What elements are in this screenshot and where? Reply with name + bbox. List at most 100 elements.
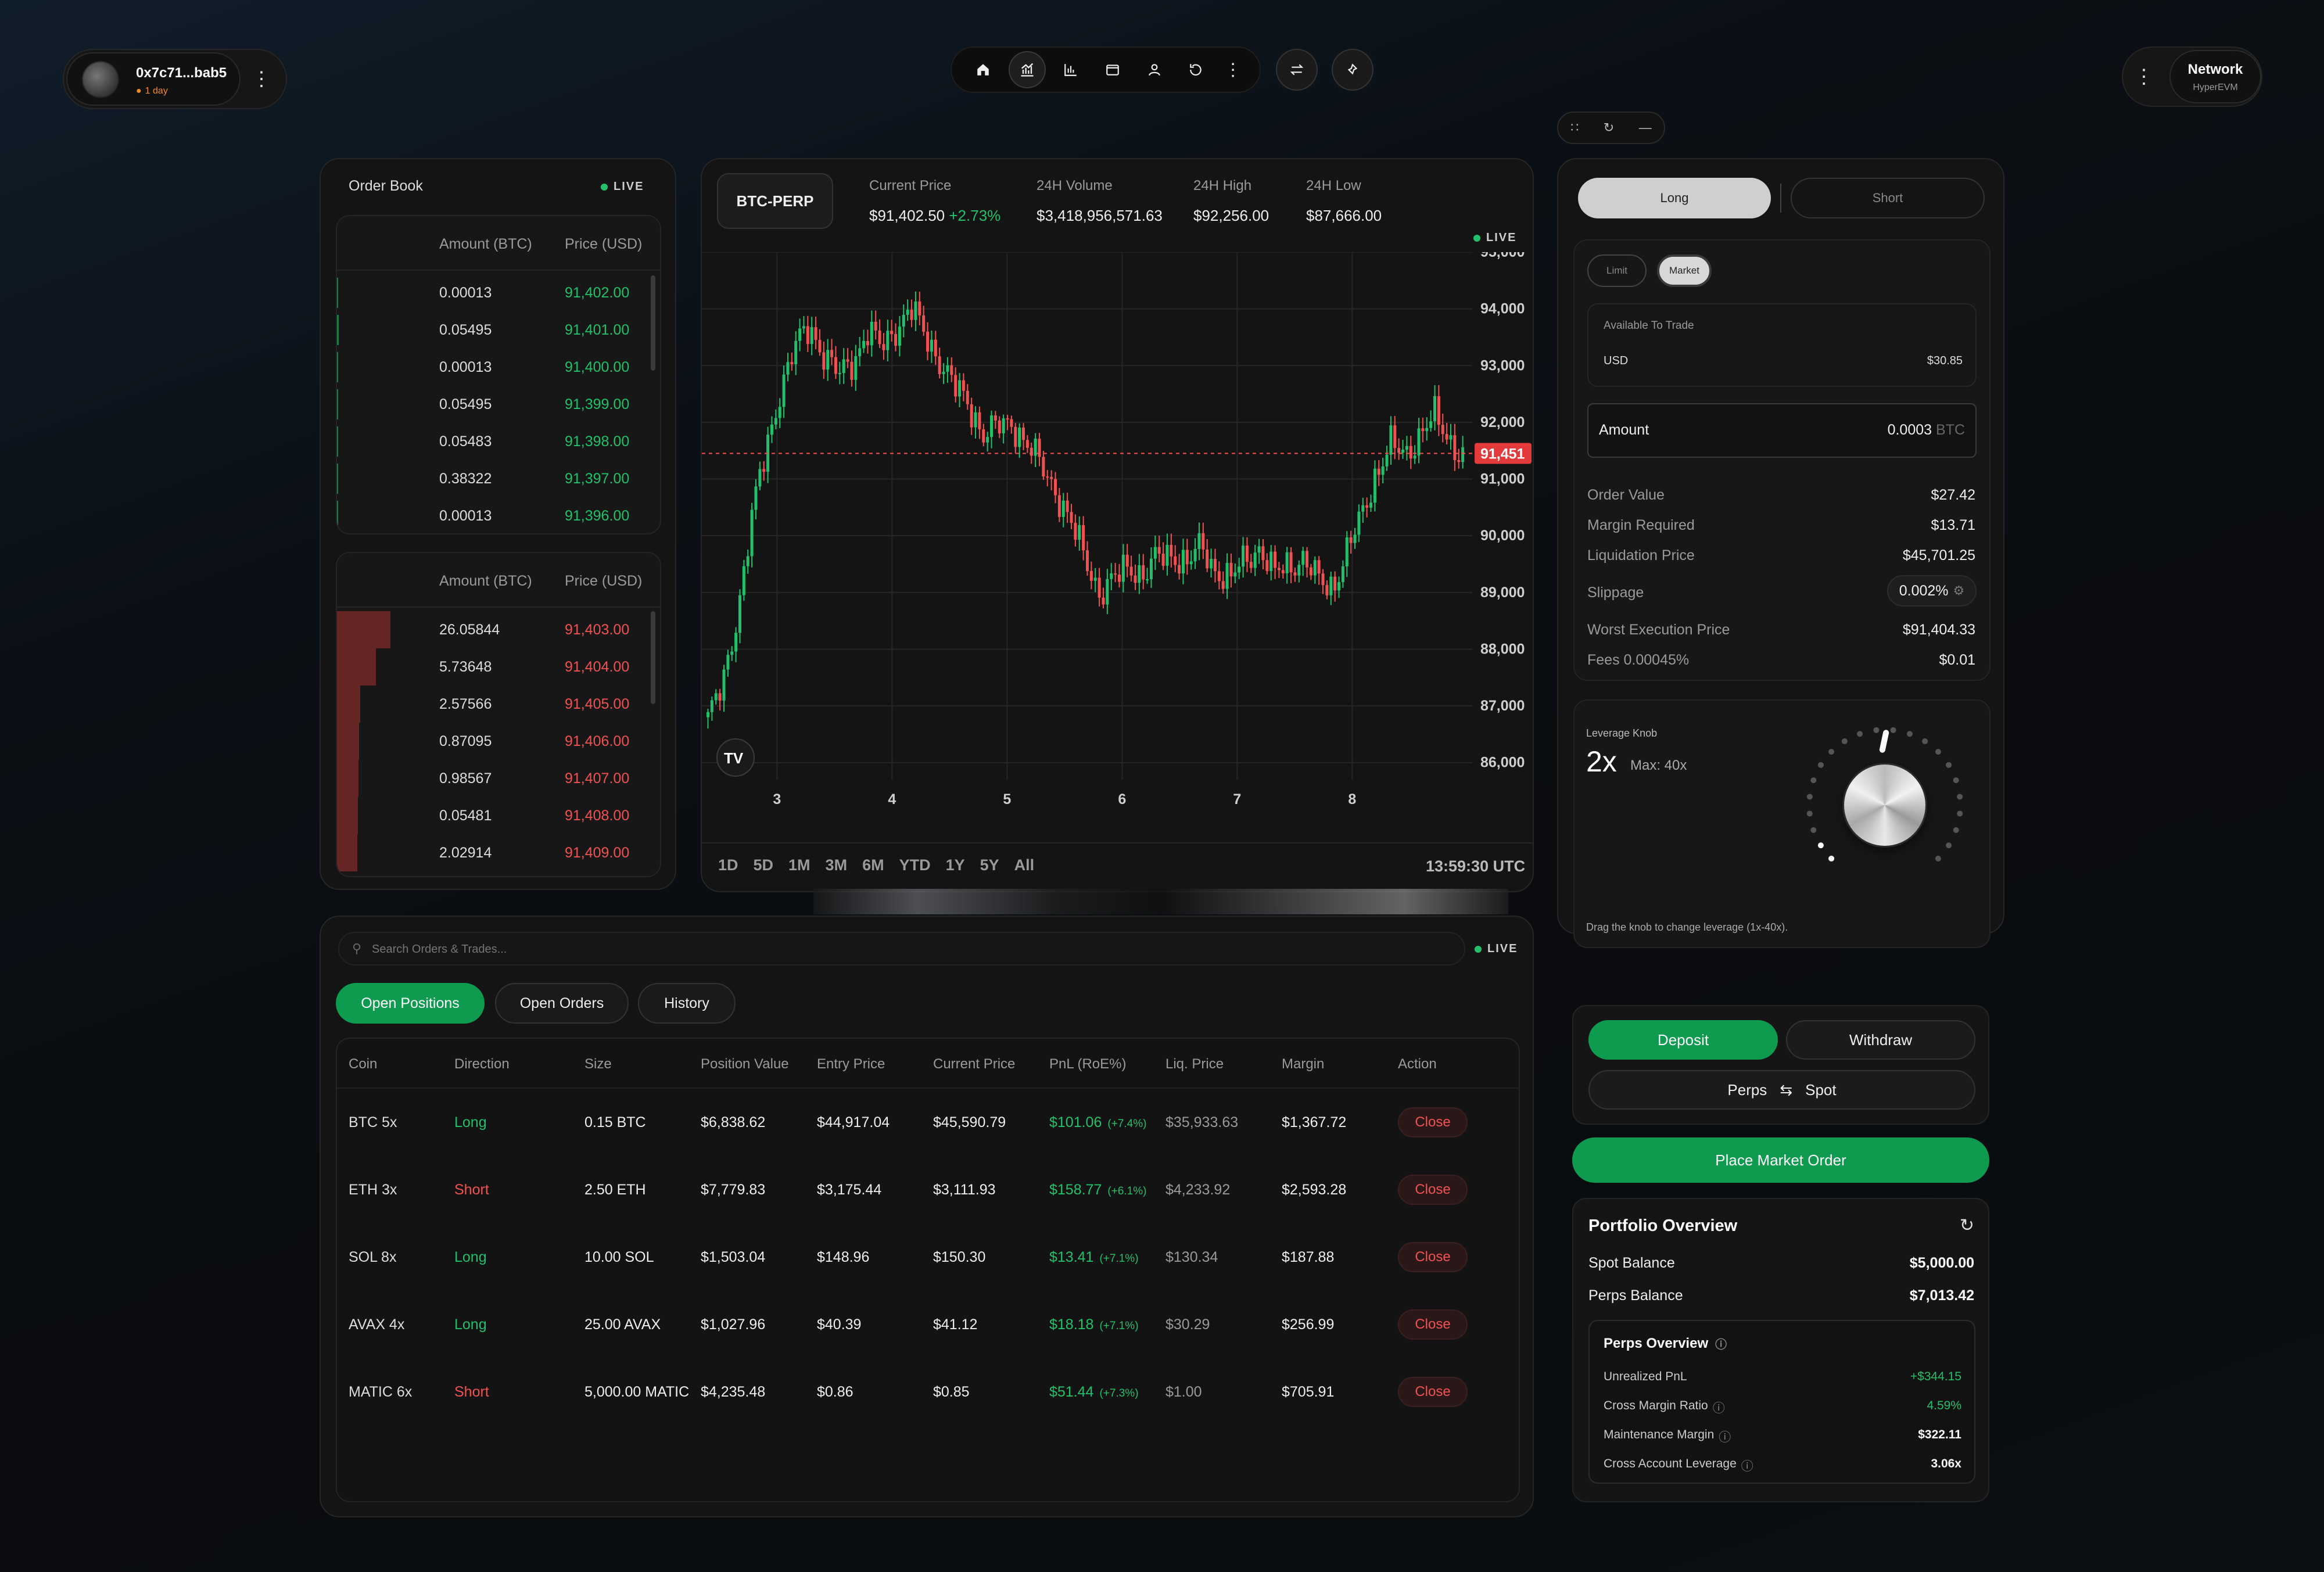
wallet-icon[interactable]	[1096, 53, 1129, 86]
swap-icon[interactable]	[1276, 49, 1318, 91]
pnl-value: $101.06	[1049, 1114, 1102, 1130]
table-row[interactable]: ETH 3x Short 2.50 ETH $7,779.83 $3,175.44 $3,…	[337, 1156, 1519, 1223]
slippage-control[interactable]: 0.002% ⚙	[1887, 575, 1977, 606]
search-input[interactable]	[372, 939, 1452, 960]
candle	[842, 359, 845, 374]
scrollbar[interactable]	[651, 611, 655, 704]
timeframe-1m[interactable]: 1M	[788, 856, 810, 874]
price-chart[interactable]: 95,000 94,000 93,000 92,000 91,000 90,000 89,0…	[702, 252, 1533, 810]
table-row[interactable]: MATIC 6x Short 5,000.00 MATIC $4,235.48 $0.8…	[337, 1358, 1519, 1426]
amount-input[interactable]: 0.0003 BTC	[1888, 422, 1965, 439]
margin-cell: $256.99	[1282, 1316, 1335, 1333]
minimize-icon[interactable]: —	[1639, 120, 1652, 135]
candle	[1306, 551, 1309, 568]
order-book-row[interactable]: 2.02914 91,409.00	[337, 834, 651, 871]
refresh-icon[interactable]	[1179, 53, 1212, 86]
y-tick-label: 87,000	[1480, 698, 1525, 714]
close-button[interactable]: Close	[1398, 1107, 1468, 1137]
table-row[interactable]: AVAX 4x Long 25.00 AVAX $1,027.96 $40.39 $41.…	[337, 1291, 1519, 1358]
tab-history[interactable]: History	[638, 983, 736, 1024]
amount-field[interactable]: Amount 0.0003 BTC	[1587, 403, 1977, 458]
leverage-knob[interactable]	[1844, 765, 1925, 846]
order-book-row[interactable]: 26.05844 91,403.00	[337, 611, 651, 648]
leverage-tick	[1828, 749, 1835, 755]
home-icon[interactable]	[967, 53, 999, 86]
bars-icon[interactable]	[1055, 53, 1087, 86]
order-book-row[interactable]: 0.05483 91,398.00	[337, 423, 651, 460]
timeframe-1y[interactable]: 1Y	[946, 856, 965, 874]
order-book-row[interactable]: 0.00013 91,402.00	[337, 274, 651, 311]
timeframe-5y[interactable]: 5Y	[980, 856, 999, 874]
upnl-label: Unrealized PnL	[1604, 1370, 1687, 1383]
candle	[746, 556, 749, 566]
candle	[914, 301, 917, 320]
more-icon[interactable]: ⋮	[2132, 64, 2156, 89]
timeframe-3m[interactable]: 3M	[826, 856, 848, 874]
order-book-row[interactable]: 0.87095 91,406.00	[337, 723, 651, 760]
market-tab[interactable]: Market	[1657, 254, 1712, 287]
withdraw-button[interactable]: Withdraw	[1786, 1020, 1975, 1060]
candle	[806, 326, 809, 344]
candle	[998, 420, 1001, 433]
short-toggle[interactable]: Short	[1791, 178, 1985, 218]
long-toggle[interactable]: Long	[1578, 178, 1771, 218]
candle	[1349, 537, 1353, 543]
timeframe-1d[interactable]: 1D	[718, 856, 738, 874]
order-book-row[interactable]: 0.38322 91,397.00	[337, 460, 651, 497]
tab-open-orders[interactable]: Open Orders	[495, 983, 629, 1024]
user-icon[interactable]	[1138, 53, 1171, 86]
info-icon[interactable]: ⓘ	[1741, 1457, 1753, 1474]
timeframe-all[interactable]: All	[1014, 856, 1035, 874]
order-amount: 0.05495	[439, 396, 492, 412]
table-row[interactable]: BTC 5x Long 0.15 BTC $6,838.62 $44,917.04 $45…	[337, 1089, 1519, 1156]
info-icon[interactable]: ⓘ	[1713, 1399, 1725, 1416]
close-button[interactable]: Close	[1398, 1309, 1468, 1340]
search-bar[interactable]: ⚲	[338, 932, 1465, 966]
network-selector[interactable]: Network HyperEVM	[2169, 50, 2261, 103]
lev-value: 3.06x	[1931, 1457, 1961, 1470]
order-book-row[interactable]: 0.98567 91,407.00	[337, 760, 651, 797]
info-icon[interactable]: ⓘ	[1715, 1335, 1727, 1352]
stat-low-label: 24H Low	[1306, 178, 1361, 193]
candle	[1093, 577, 1097, 581]
account-pill[interactable]: 0x7c71...bab5 ● 1 day	[66, 52, 241, 106]
timeframe-5d[interactable]: 5D	[754, 856, 774, 874]
candle	[1050, 476, 1053, 479]
order-book-row[interactable]: 2.57566 91,405.00	[337, 685, 651, 723]
leverage-tick	[1873, 727, 1880, 733]
table-row[interactable]: SOL 8x Long 10.00 SOL $1,503.04 $148.96 $150.…	[337, 1223, 1519, 1291]
close-button[interactable]: Close	[1398, 1377, 1468, 1407]
direction-cell: Long	[454, 1249, 487, 1265]
refresh-icon[interactable]: ↻	[1604, 120, 1614, 135]
more-icon[interactable]: ⋮	[1221, 53, 1245, 86]
limit-tab[interactable]: Limit	[1587, 254, 1647, 287]
info-icon[interactable]: ⓘ	[1719, 1428, 1731, 1445]
symbol-selector[interactable]: BTC-PERP	[717, 173, 833, 229]
deposit-button[interactable]: Deposit	[1588, 1020, 1778, 1060]
more-icon[interactable]: ⋮	[249, 66, 274, 92]
order-book-row[interactable]: 0.00013 91,400.00	[337, 349, 651, 386]
order-book-row[interactable]: 0.00013 91,396.00	[337, 497, 651, 533]
timeframe-ytd[interactable]: YTD	[899, 856, 931, 874]
timeframe-6m[interactable]: 6M	[862, 856, 884, 874]
pin-icon[interactable]	[1332, 49, 1373, 91]
scrollbar[interactable]	[651, 275, 655, 371]
order-book-row[interactable]: 0.05495 91,401.00	[337, 311, 651, 349]
perps-spot-toggle[interactable]: Perps ⇆ Spot	[1588, 1070, 1975, 1110]
place-order-button[interactable]: Place Market Order	[1572, 1137, 1989, 1183]
refresh-icon[interactable]: ↻	[1960, 1215, 1974, 1236]
candle	[826, 350, 830, 370]
candle	[1114, 573, 1117, 575]
order-book-row[interactable]: 0.05481 91,408.00	[337, 797, 651, 834]
order-book-row[interactable]: 0.05495 91,399.00	[337, 386, 651, 423]
order-book-row[interactable]: 5.73648 91,404.00	[337, 648, 651, 685]
depth-bar	[337, 723, 359, 760]
candle	[1313, 560, 1317, 576]
close-button[interactable]: Close	[1398, 1242, 1468, 1272]
grid-icon[interactable]: ∷	[1570, 120, 1579, 135]
close-button[interactable]: Close	[1398, 1175, 1468, 1205]
tab-open-positions[interactable]: Open Positions	[336, 983, 485, 1024]
live-text: LIVE	[1487, 942, 1518, 955]
chart-icon[interactable]	[1008, 51, 1046, 88]
candle	[1102, 597, 1105, 605]
